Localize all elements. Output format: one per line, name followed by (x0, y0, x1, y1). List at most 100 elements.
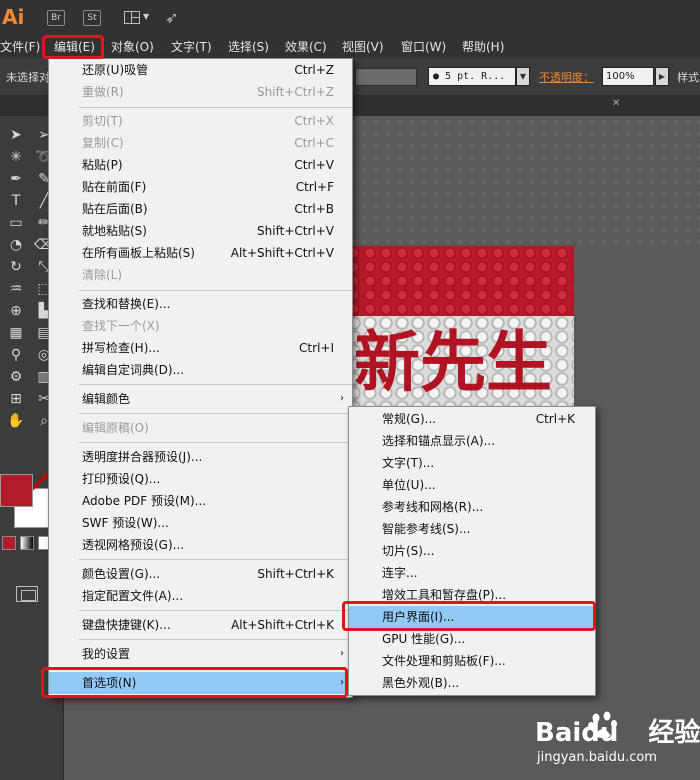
menu-item-assign-profile[interactable]: 指定配置文件(A)... (49, 585, 352, 607)
menu-item-perspective-presets[interactable]: 透视网格预设(G)... (49, 534, 352, 556)
menu-item-edit-dictionary[interactable]: 编辑自定词典(D)... (49, 359, 352, 381)
chevron-right-icon: › (340, 648, 344, 659)
menu-item-find-replace[interactable]: 查找和替换(E)... (49, 293, 352, 315)
chevron-down-icon[interactable]: ▼ (143, 12, 149, 21)
shape-builder-icon[interactable]: ⊕ (2, 300, 30, 322)
menu-separator (79, 559, 352, 560)
illustrator-logo: Ai (2, 5, 25, 29)
stock-button[interactable]: St (83, 10, 101, 26)
chevron-right-icon: › (340, 393, 344, 404)
pen-tool-icon[interactable]: ✒ (2, 168, 30, 190)
menu-item-edit-original: 编辑原稿(O) (82, 421, 149, 435)
menu-window[interactable]: 窗口(W) (401, 36, 446, 58)
chevron-right-icon[interactable]: ▶ (655, 67, 669, 86)
brush-definition-select[interactable]: ● 5 pt. R... (428, 67, 516, 86)
stroke-weight-field[interactable] (355, 68, 417, 86)
menu-item-redo: 重做(R) Shift+Ctrl+Z (82, 85, 334, 99)
hand-tool-icon[interactable]: ✋ (2, 410, 30, 432)
menu-item-paste-in-place[interactable]: 就地粘贴(S) Shift+Ctrl+V (49, 220, 352, 242)
selection-status: 未选择对 (6, 71, 50, 84)
menu-item-paste-all-artboards[interactable]: 在所有画板上粘贴(S) Alt+Shift+Ctrl+V (49, 242, 352, 264)
submenu-item-type[interactable]: 文字(T)... (349, 452, 595, 474)
submenu-item-selection-anchor[interactable]: 选择和锚点显示(A)... (349, 430, 595, 452)
menu-item-preferences[interactable]: 首选项(N) › (49, 672, 352, 694)
sync-settings-icon[interactable]: ➶ (165, 8, 178, 27)
submenu-item-user-interface[interactable]: 用户界面(I)... (349, 606, 595, 628)
submenu-item-general[interactable]: 常规(G)... Ctrl+K (349, 408, 595, 430)
color-button[interactable] (2, 536, 16, 550)
menu-item-flattener-presets[interactable]: 透明度拼合器预设(J)... (49, 446, 352, 468)
shaper-tool-icon[interactable]: ◔ (2, 234, 30, 256)
submenu-item-plugins-scratch[interactable]: 增效工具和暂存盘(P)... (349, 584, 595, 606)
artwork-text: 新先生 (354, 324, 552, 401)
menu-item-find-next: 查找下一个(X) (82, 319, 160, 333)
fill-color-swatch[interactable] (0, 474, 33, 507)
menu-separator (79, 290, 352, 291)
arrange-documents-icon[interactable] (124, 11, 140, 24)
submenu-item-smart-guides[interactable]: 智能参考线(S)... (349, 518, 595, 540)
menu-bar: 文件(F) 编辑(E) 对象(O) 文字(T) 选择(S) 效果(C) 视图(V… (0, 36, 700, 58)
menu-item-clear: 清除(L) (82, 268, 123, 282)
artboard[interactable]: 新先生 (346, 246, 574, 406)
menu-separator (79, 442, 352, 443)
menu-separator (79, 639, 352, 640)
menu-object[interactable]: 对象(O) (111, 36, 154, 58)
selection-tool-icon[interactable]: ➤ (2, 124, 30, 146)
watermark-brand-cn: 经验 (648, 718, 700, 748)
menu-type[interactable]: 文字(T) (171, 36, 212, 58)
menu-item-copy: 复制(C) Ctrl+C (82, 136, 334, 150)
submenu-item-units[interactable]: 单位(U)... (349, 474, 595, 496)
menu-item-paste-in-front[interactable]: 贴在前面(F) Ctrl+F (49, 176, 352, 198)
menu-item-swf-presets[interactable]: SWF 预设(W)... (49, 512, 352, 534)
menu-select[interactable]: 选择(S) (228, 36, 269, 58)
close-icon[interactable]: ✕ (612, 98, 620, 109)
app-bar: Ai Br St ▼ ➶ (0, 0, 700, 36)
artboard-tool-icon[interactable]: ⊞ (2, 388, 30, 410)
watermark-url: jingyan.baidu.com (537, 750, 657, 765)
menu-effect[interactable]: 效果(C) (285, 36, 327, 58)
bridge-button[interactable]: Br (47, 10, 65, 26)
warp-tool-icon[interactable]: ♒ (2, 278, 30, 300)
menu-item-paste-in-back[interactable]: 贴在后面(B) Ctrl+B (49, 198, 352, 220)
submenu-item-slices[interactable]: 切片(S)... (349, 540, 595, 562)
menu-item-color-settings[interactable]: 颜色设置(G)... Shift+Ctrl+K (49, 563, 352, 585)
chevron-down-icon[interactable]: ▼ (516, 67, 530, 86)
menu-separator (79, 384, 352, 385)
menu-file[interactable]: 文件(F) (0, 36, 40, 58)
menu-item-paste[interactable]: 粘贴(P) Ctrl+V (49, 154, 352, 176)
chevron-right-icon: › (340, 677, 344, 688)
gradient-button[interactable] (20, 536, 34, 550)
menu-help[interactable]: 帮助(H) (462, 36, 504, 58)
rectangle-tool-icon[interactable]: ▭ (2, 212, 30, 234)
style-label[interactable]: 样式 (677, 69, 699, 85)
watermark-brand: Baidu (535, 718, 619, 748)
menu-separator (79, 107, 352, 108)
submenu-item-hyphenation[interactable]: 连字... (349, 562, 595, 584)
opacity-input[interactable]: 100% (602, 67, 654, 86)
menu-view[interactable]: 视图(V) (342, 36, 384, 58)
opacity-label[interactable]: 不透明度： (539, 69, 594, 85)
menu-edit[interactable]: 编辑(E) (54, 36, 95, 58)
submenu-item-guides-grid[interactable]: 参考线和网格(R)... (349, 496, 595, 518)
perspective-grid-icon[interactable]: ▦ (2, 322, 30, 344)
menu-item-my-settings[interactable]: 我的设置 › (49, 643, 352, 665)
artwork-red-pattern (346, 246, 574, 316)
edit-menu: 还原(U)吸管 Ctrl+Z 重做(R) Shift+Ctrl+Z 剪切(T) Ctr… (48, 58, 353, 698)
rotate-tool-icon[interactable]: ↻ (2, 256, 30, 278)
eyedropper-icon[interactable]: ⚲ (2, 344, 30, 366)
submenu-item-gpu-performance[interactable]: GPU 性能(G)... (349, 628, 595, 650)
submenu-item-file-handling[interactable]: 文件处理和剪贴板(F)... (349, 650, 595, 672)
menu-separator (79, 413, 352, 414)
submenu-item-appearance-black[interactable]: 黑色外观(B)... (349, 672, 595, 694)
menu-item-edit-colors[interactable]: 编辑颜色 › (49, 388, 352, 410)
magic-wand-icon[interactable]: ✳ (2, 146, 30, 168)
symbol-sprayer-icon[interactable]: ⚙ (2, 366, 30, 388)
menu-item-pdf-presets[interactable]: Adobe PDF 预设(M)... (49, 490, 352, 512)
menu-item-print-presets[interactable]: 打印预设(Q)... (49, 468, 352, 490)
preferences-submenu: 常规(G)... Ctrl+K 选择和锚点显示(A)... 文字(T)... 单位… (348, 406, 596, 696)
type-tool-icon[interactable]: T (2, 190, 30, 212)
menu-item-undo[interactable]: 还原(U)吸管 Ctrl+Z (49, 59, 352, 81)
menu-item-spell-check[interactable]: 拼写检查(H)... Ctrl+I (49, 337, 352, 359)
screen-mode-icon[interactable] (16, 586, 38, 602)
menu-item-keyboard-shortcuts[interactable]: 键盘快捷键(K)... Alt+Shift+Ctrl+K (49, 614, 352, 636)
